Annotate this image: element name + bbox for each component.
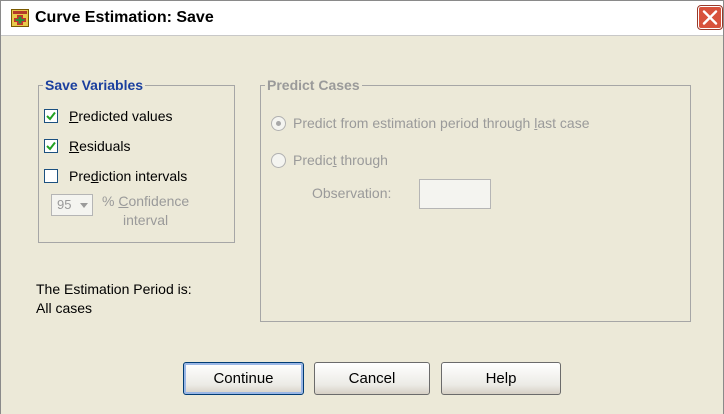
prediction-intervals-label[interactable]: Prediction intervals [69,167,187,185]
checkmark-icon [46,141,56,151]
predict-cases-legend: Predict Cases [267,77,360,93]
estimation-period-label: The Estimation Period is: [36,281,192,297]
observation-input[interactable] [419,179,491,209]
window-title: Curve Estimation: Save [35,9,214,26]
predict-through-label[interactable]: Predict through [293,151,388,169]
predict-last-case-radio[interactable] [271,116,286,131]
predicted-values-label[interactable]: Predicted values [69,107,173,125]
chevron-down-icon [80,203,88,208]
spss-dialog-icon [11,9,29,27]
predict-through-radio[interactable] [271,153,286,168]
cancel-button[interactable]: Cancel [314,362,430,395]
estimation-period-value: All cases [36,300,93,316]
observation-label: Observation: [312,185,392,201]
close-icon [702,10,718,25]
title-bar[interactable]: Curve Estimation: Save [1,1,723,36]
close-button[interactable] [697,5,723,30]
checkmark-icon [46,111,56,121]
confidence-interval-label: % Confidence [102,193,190,209]
continue-button[interactable]: Continue [183,362,304,395]
help-button[interactable]: Help [441,362,561,395]
confidence-level-value: 95 [57,197,72,212]
predict-last-case-label[interactable]: Predict from estimation period through l… [293,114,590,132]
save-variables-legend: Save Variables [45,77,144,93]
predicted-values-checkbox[interactable] [44,109,58,123]
confidence-interval-label-line2: interval [123,212,169,228]
confidence-level-select[interactable]: 95 [51,194,93,216]
residuals-label[interactable]: Residuals [69,137,131,155]
prediction-intervals-checkbox[interactable] [44,169,58,183]
radio-selected-dot [276,121,281,126]
residuals-checkbox[interactable] [44,139,58,153]
dialog-window: Curve Estimation: Save Save Variables Pr… [0,0,724,414]
